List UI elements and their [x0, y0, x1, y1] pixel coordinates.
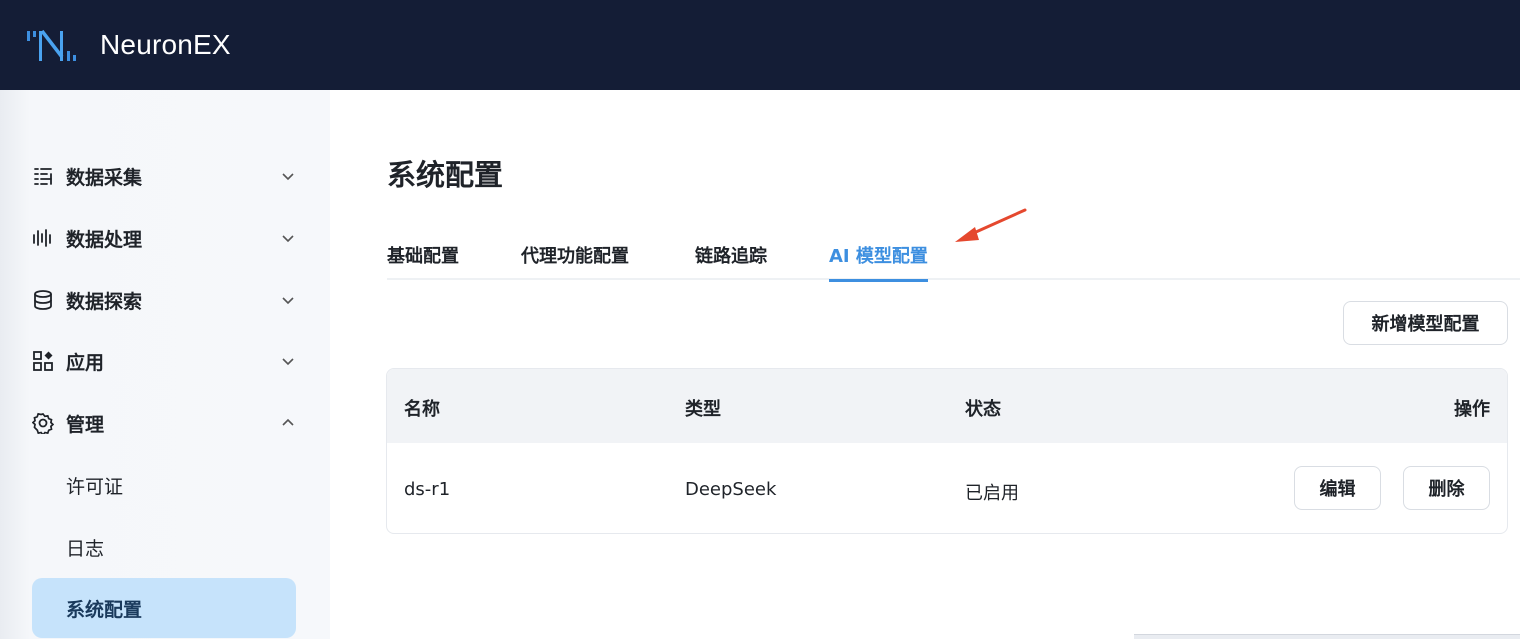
top-bar: NeuronEX [0, 0, 1520, 90]
cell-type: DeepSeek [685, 479, 777, 500]
model-config-table: 名称 类型 状态 操作 ds-r1 DeepSeek 已启用 编辑 删除 [386, 368, 1508, 534]
sidebar-item-label: 数据采集 [66, 166, 143, 189]
add-model-config-button[interactable]: 新增模型配置 [1343, 301, 1508, 345]
column-header-name: 名称 [404, 399, 440, 420]
sidebar-item-data-explore[interactable]: 数据探索 [32, 278, 300, 322]
tab-proxy-config[interactable]: 代理功能配置 [521, 242, 629, 282]
cell-name: ds-r1 [404, 479, 451, 500]
column-header-type: 类型 [685, 399, 721, 420]
tab-tracing[interactable]: 链路追踪 [695, 242, 767, 282]
table-header: 名称 类型 状态 操作 [387, 369, 1507, 443]
main-content: 系统配置 基础配置 代理功能配置 链路追踪 AI 模型配置 新增模型配置 名称 … [330, 90, 1520, 639]
database-icon [34, 290, 52, 310]
sidebar-item-data-processing[interactable]: 数据处理 [32, 216, 300, 260]
gear-icon [32, 412, 54, 434]
sidebar-item-management[interactable]: 管理 [32, 401, 300, 445]
sidebar-item-label: 管理 [66, 413, 105, 436]
annotation-arrow-icon [955, 208, 1027, 242]
sidebar: 数据采集 数据处理 数据探索 应用 管理 许可证 日志 系统配置 [0, 90, 330, 639]
page-title: 系统配置 [387, 158, 504, 192]
tab-basic-config[interactable]: 基础配置 [387, 242, 459, 282]
chevron-up-icon [282, 418, 294, 426]
sidebar-subitem-license[interactable]: 许可证 [32, 455, 296, 515]
sidebar-subitem-logs[interactable]: 日志 [32, 517, 296, 577]
chevron-down-icon [282, 173, 294, 181]
sidebar-subitem-system-config[interactable]: 系统配置 [32, 578, 296, 638]
column-header-actions: 操作 [1454, 399, 1490, 420]
cell-status: 已启用 [965, 483, 1019, 504]
horizontal-scrollbar[interactable] [1134, 634, 1520, 639]
sidebar-item-data-collection[interactable]: 数据采集 [32, 154, 300, 198]
chevron-down-icon [282, 358, 294, 366]
data-collection-icon [34, 168, 52, 185]
neuronex-logo-icon [27, 29, 76, 61]
tab-ai-model-config[interactable]: AI 模型配置 [829, 242, 928, 282]
app-name: NeuronEX [100, 29, 231, 60]
sidebar-item-apps[interactable]: 应用 [32, 339, 300, 383]
delete-button[interactable]: 删除 [1403, 466, 1490, 510]
sidebar-item-label: 数据探索 [66, 290, 143, 313]
chevron-down-icon [282, 297, 294, 305]
apps-icon [33, 351, 53, 371]
edit-button[interactable]: 编辑 [1294, 466, 1381, 510]
chevron-down-icon [282, 235, 294, 243]
sidebar-item-label: 数据处理 [66, 228, 143, 251]
sidebar-item-label: 应用 [66, 351, 105, 374]
data-processing-icon [33, 229, 51, 247]
column-header-status: 状态 [965, 399, 1001, 420]
